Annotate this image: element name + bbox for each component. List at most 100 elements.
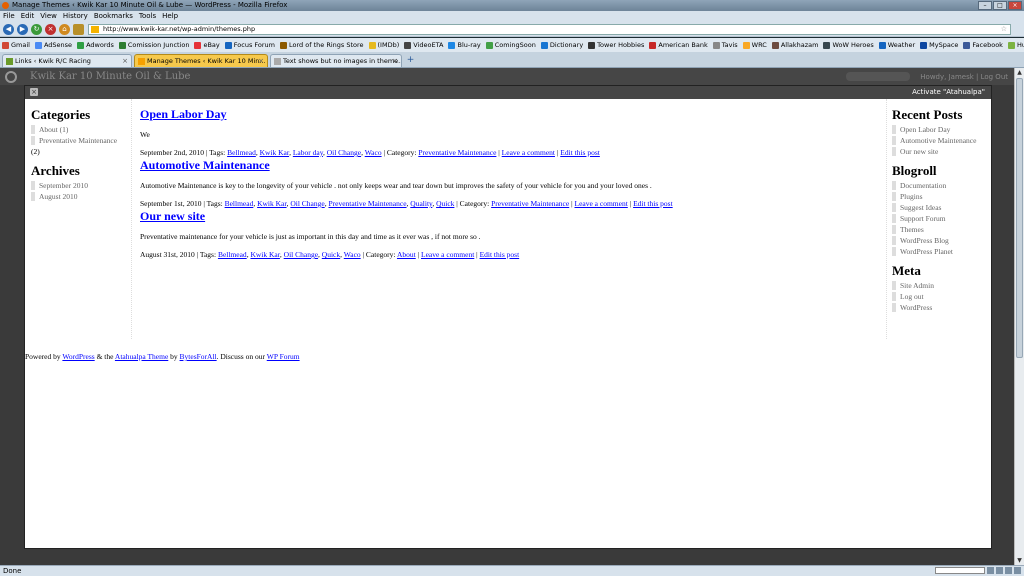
tag-link[interactable]: Waco: [365, 148, 382, 157]
new-tab-icon[interactable]: +: [405, 55, 416, 66]
bookmark-item[interactable]: MySpace: [920, 41, 958, 49]
tag-link[interactable]: Kwik Kar: [260, 148, 289, 157]
tag-link[interactable]: Oil Change: [327, 148, 361, 157]
scroll-up-icon[interactable]: ▲: [1015, 68, 1024, 77]
bookmark-item[interactable]: Gmail: [2, 41, 30, 49]
addon-icon[interactable]: [996, 567, 1003, 574]
footer-wordpress-link[interactable]: WordPress: [62, 352, 94, 361]
bookmark-item[interactable]: AdSense: [34, 41, 72, 49]
blogroll-item[interactable]: Themes: [892, 225, 992, 234]
blogroll-item[interactable]: Plugins: [892, 192, 992, 201]
tag-link[interactable]: Oil Change: [290, 199, 324, 208]
address-bar[interactable]: http://www.kwik-kar.net/wp-admin/themes.…: [88, 24, 1011, 35]
close-window-button[interactable]: ×: [1008, 1, 1022, 10]
bookmark-item[interactable]: Comission Junction: [118, 41, 189, 49]
tag-link[interactable]: Labor day: [293, 148, 323, 157]
tag-link[interactable]: Kwik Kar: [257, 199, 286, 208]
tab-close-icon[interactable]: ×: [258, 55, 264, 67]
home-icon[interactable]: ⌂: [59, 24, 70, 35]
archive-item[interactable]: September 2010: [31, 181, 131, 190]
tab-manage-themes[interactable]: Manage Themes ‹ Kwik Kar 10 Min... ×: [134, 54, 268, 67]
tag-link[interactable]: Quick: [322, 250, 340, 259]
category-item[interactable]: Preventative Maintenance: [31, 136, 131, 145]
menu-tools[interactable]: Tools: [139, 11, 156, 22]
blogroll-item[interactable]: WordPress Blog: [892, 236, 992, 245]
edit-post-link[interactable]: Edit this post: [560, 148, 600, 157]
bookmark-item[interactable]: WRC: [742, 41, 767, 49]
tag-link[interactable]: Bellmead: [225, 199, 254, 208]
bookmark-item[interactable]: VideoETA: [404, 41, 443, 49]
forward-arrow-icon[interactable]: ▶: [17, 24, 28, 35]
tab-close-icon[interactable]: ×: [392, 55, 398, 67]
bookmark-item[interactable]: Lord of the Rings Store: [280, 41, 364, 49]
leave-comment-link[interactable]: Leave a comment: [421, 250, 474, 259]
tag-link[interactable]: Kwik Kar: [250, 250, 279, 259]
post-title-link[interactable]: Our new site: [140, 209, 880, 224]
bookmark-item[interactable]: American Bank: [649, 41, 708, 49]
tag-link[interactable]: Oil Change: [284, 250, 318, 259]
back-arrow-icon[interactable]: ◀: [3, 24, 14, 35]
archive-item[interactable]: August 2010: [31, 192, 131, 201]
bookmark-item[interactable]: Hulu: [1007, 41, 1024, 49]
wp-user-links[interactable]: Howdy, Jamesk | Log Out: [920, 73, 1008, 81]
tag-link[interactable]: Waco: [344, 250, 361, 259]
tab-links-kwik-rc[interactable]: Links ‹ Kwik R/C Racing ×: [2, 54, 132, 67]
bookmark-item[interactable]: Tavis: [712, 41, 738, 49]
menu-edit[interactable]: Edit: [21, 11, 35, 22]
bookmark-item[interactable]: Allakhazam: [771, 41, 818, 49]
category-link[interactable]: Preventative Maintenance: [418, 148, 496, 157]
post-title-link[interactable]: Automotive Maintenance: [140, 158, 880, 173]
bookmark-item[interactable]: Blu-ray: [448, 41, 481, 49]
vertical-scrollbar[interactable]: ▲ ▼: [1014, 68, 1024, 565]
tag-link[interactable]: Bellmead: [218, 250, 247, 259]
bookmark-item[interactable]: (IMDb): [368, 41, 399, 49]
addon-icon[interactable]: [1014, 567, 1021, 574]
site-badge-icon[interactable]: [73, 24, 84, 35]
addon-icon[interactable]: [1005, 567, 1012, 574]
meta-item[interactable]: Site Admin: [892, 281, 992, 290]
category-item[interactable]: About (1): [31, 125, 131, 134]
wp-search-box[interactable]: [846, 72, 910, 81]
bookmark-item[interactable]: Weather: [878, 41, 915, 49]
footer-forum-link[interactable]: WP Forum: [267, 352, 300, 361]
bookmark-item[interactable]: Tower Hobbies: [588, 41, 644, 49]
post-title-link[interactable]: Open Labor Day: [140, 107, 880, 122]
edit-post-link[interactable]: Edit this post: [633, 199, 673, 208]
category-link[interactable]: Preventative Maintenance: [491, 199, 569, 208]
bookmark-item[interactable]: Focus Forum: [224, 41, 275, 49]
maximize-button[interactable]: □: [993, 1, 1007, 10]
tag-link[interactable]: Preventative Maintenance: [328, 199, 406, 208]
tag-link[interactable]: Bellmead: [227, 148, 256, 157]
bookmark-item[interactable]: ComingSoon: [485, 41, 536, 49]
tag-link[interactable]: Quick: [436, 199, 454, 208]
meta-item[interactable]: Log out: [892, 292, 992, 301]
addon-icon[interactable]: [987, 567, 994, 574]
tag-link[interactable]: Quality: [410, 199, 432, 208]
stop-icon[interactable]: ×: [45, 24, 56, 35]
menu-view[interactable]: View: [40, 11, 57, 22]
bookmark-item[interactable]: Adwords: [77, 41, 114, 49]
blogroll-item[interactable]: WordPress Planet: [892, 247, 992, 256]
menu-bookmarks[interactable]: Bookmarks: [94, 11, 133, 22]
tab-text-shows[interactable]: Text shows but no images in theme... ×: [270, 54, 402, 67]
scroll-thumb[interactable]: [1016, 78, 1023, 358]
footer-author-link[interactable]: BytesForAll: [180, 352, 217, 361]
meta-item[interactable]: WordPress: [892, 303, 992, 312]
bookmark-item[interactable]: Dictionary: [540, 41, 583, 49]
blogroll-item[interactable]: Support Forum: [892, 214, 992, 223]
footer-theme-link[interactable]: Atahualpa Theme: [115, 352, 168, 361]
leave-comment-link[interactable]: Leave a comment: [574, 199, 627, 208]
menu-help[interactable]: Help: [162, 11, 178, 22]
tab-close-icon[interactable]: ×: [122, 55, 128, 67]
minimize-button[interactable]: –: [978, 1, 992, 10]
bookmark-item[interactable]: eBay: [194, 41, 220, 49]
recent-post-item[interactable]: Open Labor Day: [892, 125, 992, 134]
menu-file[interactable]: File: [3, 11, 15, 22]
scroll-down-icon[interactable]: ▼: [1015, 556, 1024, 565]
bookmark-item[interactable]: WoW Heroes: [823, 41, 874, 49]
leave-comment-link[interactable]: Leave a comment: [502, 148, 555, 157]
edit-post-link[interactable]: Edit this post: [480, 250, 520, 259]
category-link[interactable]: About: [397, 250, 416, 259]
close-preview-icon[interactable]: ×: [30, 88, 38, 96]
recent-post-item[interactable]: Automotive Maintenance: [892, 136, 992, 145]
